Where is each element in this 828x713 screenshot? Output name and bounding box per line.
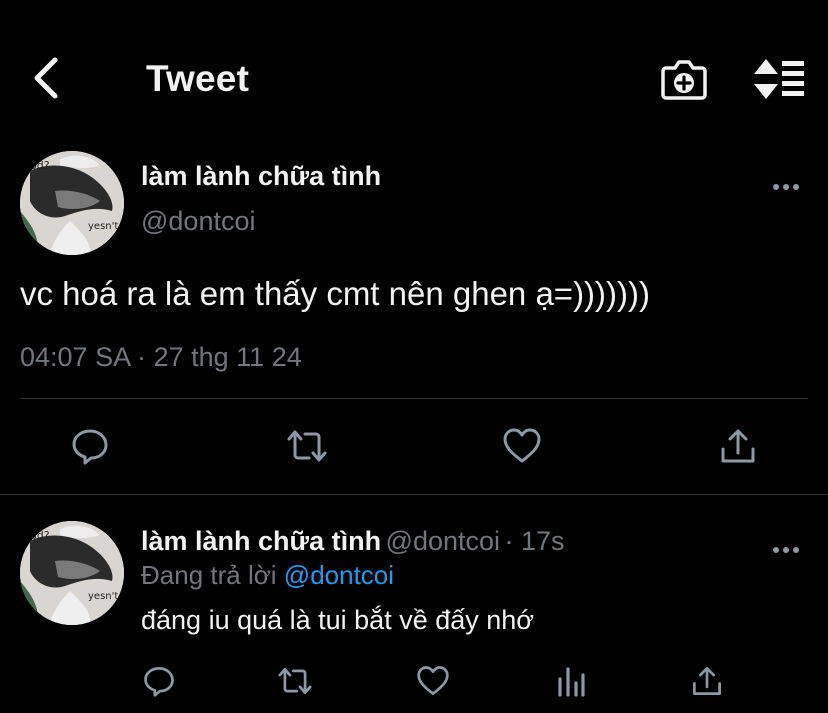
avatar[interactable]: od? yesn't [20,151,124,255]
camera-plus-icon [661,60,707,100]
share-button[interactable] [688,662,726,700]
tweet-timestamp: 04:07 SA · 27 thg 11 24 [20,342,302,372]
reply-icon [144,667,174,697]
retweet-button[interactable] [274,662,316,700]
retweet-icon [287,430,327,462]
divider [20,398,808,399]
back-button[interactable] [24,52,68,104]
chevron-left-icon [34,57,58,99]
reply-text: đáng iu quá là tui bắt về đấy nhớ [141,605,534,635]
avatar-text-bottom: yesn't [88,221,118,232]
share-button[interactable] [716,424,760,468]
replying-to: Đang trả lời @dontcoi [141,560,394,591]
more-icon [773,547,799,553]
share-icon [721,429,755,463]
tweet-text: vc hoá ra là em thấy cmt nên ghen ạ=))))… [20,275,650,312]
replying-prefix: Đang trả lời [141,560,277,590]
page-title: Tweet [146,58,250,99]
author-name[interactable]: làm lành chữa tình [141,161,381,192]
reply-button[interactable] [68,424,112,468]
retweet-icon [278,667,312,695]
more-icon [773,184,799,190]
author-name[interactable]: làm lành chữa tình [141,526,381,556]
avatar-image: od? yesn't [20,151,124,255]
like-icon [417,666,449,695]
like-button[interactable] [500,424,544,468]
reply-button[interactable] [140,662,178,700]
avatar-text-bottom: yesn't [88,591,118,602]
like-button[interactable] [414,662,452,700]
avatar[interactable]: od? yesn't [20,521,124,625]
retweet-button[interactable] [283,424,331,468]
avatar-image: od? yesn't [20,521,124,625]
analytics-icon [558,667,585,697]
more-button[interactable] [772,172,800,198]
divider [0,494,828,495]
more-button[interactable] [772,535,800,561]
author-handle[interactable]: @dontcoi [386,526,500,556]
reply-icon [72,429,108,465]
camera-button[interactable] [660,56,708,102]
author-handle[interactable]: @dontcoi [141,206,255,237]
sort-button[interactable] [752,56,808,102]
reply-time: · 17s [504,526,565,556]
sort-list-icon [754,59,804,99]
reply-header: làm lành chữa tình @dontcoi · 17s [141,526,565,557]
analytics-button[interactable] [553,662,589,700]
avatar-text-top: od? [30,159,50,172]
replying-mention-link[interactable]: @dontcoi [284,560,394,590]
avatar-text-top: od? [30,529,50,542]
share-icon [693,667,721,695]
like-icon [503,428,541,463]
